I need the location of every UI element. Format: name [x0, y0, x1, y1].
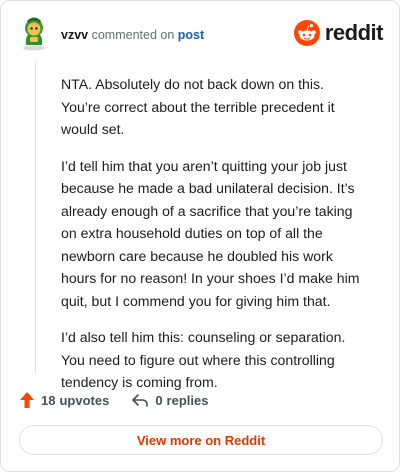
thread-line: [35, 61, 36, 373]
comment-paragraph: I’d tell him that you aren’t quitting yo…: [61, 157, 360, 309]
reddit-logo[interactable]: reddit: [293, 19, 384, 47]
view-more-button[interactable]: View more on Reddit: [19, 425, 383, 455]
comment-actions: 18 upvotes 0 replies: [19, 389, 230, 411]
upvote-unit: upvotes: [59, 392, 110, 408]
upvote-arrow-icon: [20, 392, 34, 408]
comment-paragraph: I’d also tell him this: counseling or se…: [61, 329, 346, 390]
upvote-count: 18: [41, 392, 56, 408]
brand-wordmark: reddit: [324, 20, 384, 45]
upvote-button[interactable]: 18 upvotes: [19, 391, 109, 409]
reply-count: 0: [155, 392, 163, 408]
reply-unit: replies: [166, 392, 209, 408]
comment-card: vzvv commented on post reddit NTA. Absol…: [0, 0, 400, 472]
comment-body: NTA. Absolutely do not back down on this…: [61, 73, 367, 408]
comment-meta: vzvv commented on post: [61, 27, 204, 43]
comment-header: vzvv commented on post reddit: [19, 15, 384, 55]
meta-verb: commented on: [91, 28, 175, 42]
reply-icon: [132, 394, 149, 407]
reddit-logo-icon: [293, 20, 320, 46]
post-link[interactable]: post: [178, 28, 204, 42]
avatar-icon[interactable]: [19, 15, 49, 51]
reply-button[interactable]: 0 replies: [131, 392, 208, 408]
comment-paragraph: NTA. Absolutely do not back down on this…: [61, 76, 335, 137]
username-link[interactable]: vzvv: [61, 28, 88, 42]
